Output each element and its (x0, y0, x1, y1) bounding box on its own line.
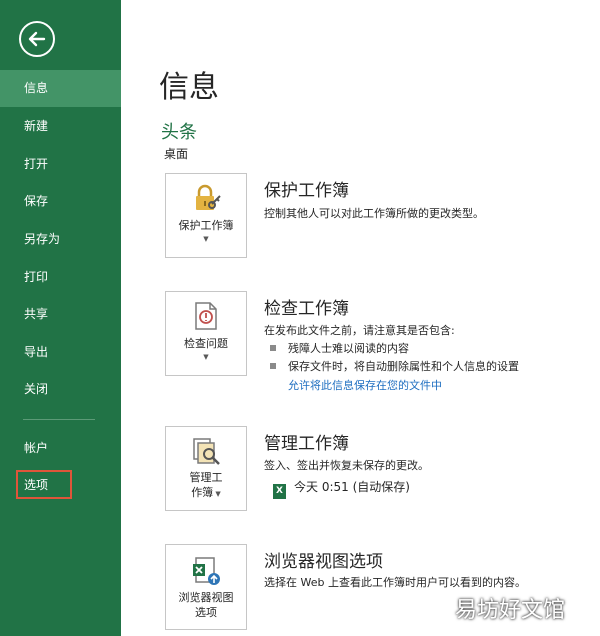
main-panel: 信息 头条 桌面 保护工作簿 ▼ 保护工作簿 控制其他人可以对此工作簿所做的更改… (121, 0, 600, 636)
manage-workbook-title: 管理工作簿 (264, 434, 349, 454)
protect-workbook-desc: 控制其他人可以对此工作簿所做的更改类型。 (264, 207, 484, 220)
check-issues-button-label: 检查问题 (184, 337, 228, 350)
autosave-version-item[interactable]: X 今天 0:51 (自动保存) (273, 478, 410, 499)
nav-close[interactable]: 关闭 (0, 371, 121, 408)
check-issues-button[interactable]: 检查问题 ▼ (165, 291, 247, 376)
chevron-down-icon: ▼ (203, 353, 209, 361)
document-name: 头条 (161, 122, 197, 143)
arrow-left-icon (28, 31, 46, 47)
inspect-workbook-desc: 在发布此文件之前，请注意其是否包含: (264, 324, 455, 337)
browser-view-options-button[interactable]: 浏览器视图 选项 (165, 544, 247, 630)
bullet-text: 残障人士难以阅读的内容 (288, 342, 409, 355)
nav-account[interactable]: 帐户 (0, 430, 121, 467)
protect-workbook-title: 保护工作簿 (264, 181, 349, 201)
lock-key-icon (196, 184, 221, 210)
chevron-down-icon: ▼ (213, 490, 221, 498)
manage-workbook-icon (193, 438, 220, 465)
nav-export[interactable]: 导出 (0, 334, 121, 371)
manage-workbook-button-label-2: 作簿 ▼ (166, 486, 246, 501)
inspect-workbook-title: 检查工作簿 (264, 299, 349, 319)
nav-share[interactable]: 共享 (0, 296, 121, 333)
manage-workbook-desc: 签入、签出并恢复未保存的更改。 (264, 459, 429, 472)
page-title: 信息 (159, 70, 219, 105)
document-path: 桌面 (164, 147, 189, 161)
nav-info[interactable]: 信息 (0, 70, 121, 107)
manage-workbook-button-label-2-text: 作簿 (191, 486, 214, 499)
allow-save-info-link[interactable]: 允许将此信息保存在您的文件中 (288, 377, 442, 393)
bullet-text: 保存文件时，将自动删除属性和个人信息的设置 (288, 360, 519, 373)
browser-view-icon (193, 557, 220, 585)
watermark-text: 易坊好文馆 (455, 598, 566, 623)
excel-file-icon: X (273, 484, 286, 499)
manage-workbook-button-label-1: 管理工 (189, 471, 223, 484)
chevron-down-icon: ▼ (203, 235, 209, 243)
bullet-square-icon (270, 363, 276, 369)
protect-workbook-button-label: 保护工作簿 (178, 219, 234, 232)
browser-view-options-title: 浏览器视图选项 (264, 552, 383, 572)
back-button[interactable] (19, 21, 55, 57)
nav-new[interactable]: 新建 (0, 108, 121, 145)
nav-save[interactable]: 保存 (0, 183, 121, 220)
inspect-bullet-1: 残障人士难以阅读的内容 (270, 340, 409, 356)
backstage-sidebar: 信息 新建 打开 保存 另存为 打印 共享 导出 关闭 帐户 选项 (0, 0, 121, 636)
manage-workbook-button[interactable]: 管理工 作簿 ▼ (165, 426, 247, 511)
inspect-bullet-2: 保存文件时，将自动删除属性和个人信息的设置 (270, 358, 519, 374)
nav-open[interactable]: 打开 (0, 146, 121, 183)
protect-workbook-button[interactable]: 保护工作簿 ▼ (165, 173, 247, 258)
browser-view-options-button-label-1: 浏览器视图 (178, 591, 234, 604)
nav-divider (23, 419, 95, 420)
inspect-document-icon (195, 302, 217, 330)
autosave-version-text: 今天 0:51 (自动保存) (294, 480, 410, 494)
nav-print[interactable]: 打印 (0, 259, 121, 296)
nav-save-as[interactable]: 另存为 (0, 221, 121, 258)
options-highlight-box (16, 470, 72, 499)
browser-view-options-desc: 选择在 Web 上查看此工作簿时用户可以看到的内容。 (264, 576, 526, 589)
browser-view-options-button-label-2: 选项 (195, 606, 217, 619)
bullet-square-icon (270, 345, 276, 351)
